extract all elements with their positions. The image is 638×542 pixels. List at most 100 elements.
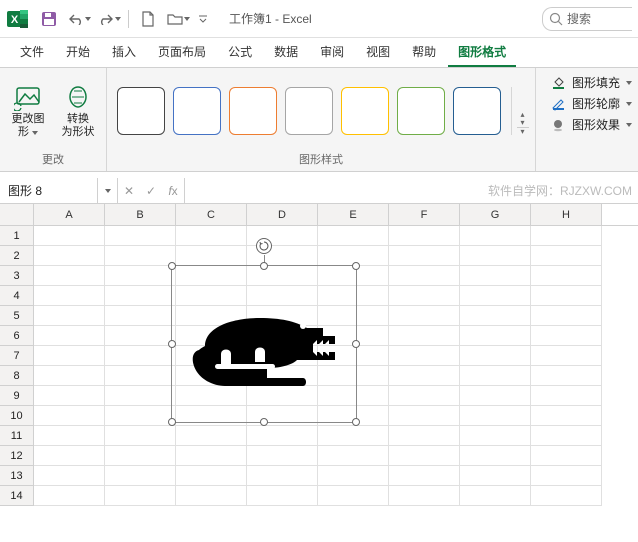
cell-A7[interactable] xyxy=(34,346,105,366)
cell-E1[interactable] xyxy=(318,226,389,246)
cell-F7[interactable] xyxy=(389,346,460,366)
cell-H11[interactable] xyxy=(531,426,602,446)
cell-B6[interactable] xyxy=(105,326,176,346)
resize-handle-bl[interactable] xyxy=(168,418,176,426)
resize-handle-br[interactable] xyxy=(352,418,360,426)
cell-G9[interactable] xyxy=(460,386,531,406)
column-header-G[interactable]: G xyxy=(460,204,531,225)
style-gallery-more[interactable]: ▴▾▾ xyxy=(511,87,529,135)
undo-button[interactable] xyxy=(66,6,92,32)
cell-H8[interactable] xyxy=(531,366,602,386)
resize-handle-tm[interactable] xyxy=(260,262,268,270)
cell-B9[interactable] xyxy=(105,386,176,406)
convert-to-shape-button[interactable]: 转换为形状 xyxy=(56,81,100,139)
cell-H14[interactable] xyxy=(531,486,602,506)
cell-G5[interactable] xyxy=(460,306,531,326)
cell-G8[interactable] xyxy=(460,366,531,386)
cell-F12[interactable] xyxy=(389,446,460,466)
redo-button[interactable] xyxy=(96,6,122,32)
cell-A11[interactable] xyxy=(34,426,105,446)
cell-F10[interactable] xyxy=(389,406,460,426)
cell-A9[interactable] xyxy=(34,386,105,406)
cell-F4[interactable] xyxy=(389,286,460,306)
shape-selection-box[interactable] xyxy=(171,265,357,423)
cell-E11[interactable] xyxy=(318,426,389,446)
cell-A14[interactable] xyxy=(34,486,105,506)
column-header-C[interactable]: C xyxy=(176,204,247,225)
cell-B4[interactable] xyxy=(105,286,176,306)
save-button[interactable] xyxy=(36,6,62,32)
cell-D13[interactable] xyxy=(247,466,318,486)
open-file-button[interactable] xyxy=(165,6,191,32)
cell-B1[interactable] xyxy=(105,226,176,246)
cell-B10[interactable] xyxy=(105,406,176,426)
cell-A10[interactable] xyxy=(34,406,105,426)
cell-F9[interactable] xyxy=(389,386,460,406)
column-header-B[interactable]: B xyxy=(105,204,176,225)
tab-data[interactable]: 数据 xyxy=(264,37,308,67)
cell-D14[interactable] xyxy=(247,486,318,506)
qat-customize-button[interactable] xyxy=(195,6,211,32)
cell-H10[interactable] xyxy=(531,406,602,426)
row-header-7[interactable]: 7 xyxy=(0,346,34,366)
cell-B5[interactable] xyxy=(105,306,176,326)
rotation-handle[interactable] xyxy=(256,238,272,254)
cell-H13[interactable] xyxy=(531,466,602,486)
cell-A8[interactable] xyxy=(34,366,105,386)
cell-C12[interactable] xyxy=(176,446,247,466)
row-header-5[interactable]: 5 xyxy=(0,306,34,326)
cell-G11[interactable] xyxy=(460,426,531,446)
column-header-F[interactable]: F xyxy=(389,204,460,225)
cell-A2[interactable] xyxy=(34,246,105,266)
cell-B11[interactable] xyxy=(105,426,176,446)
cell-F1[interactable] xyxy=(389,226,460,246)
cell-E12[interactable] xyxy=(318,446,389,466)
row-header-1[interactable]: 1 xyxy=(0,226,34,246)
tab-home[interactable]: 开始 xyxy=(56,37,100,67)
style-swatch-7[interactable] xyxy=(453,87,501,135)
formula-bar[interactable]: 软件自学网：RJZXW.COM xyxy=(185,178,638,203)
cell-A5[interactable] xyxy=(34,306,105,326)
row-header-13[interactable]: 13 xyxy=(0,466,34,486)
cell-G3[interactable] xyxy=(460,266,531,286)
cell-A1[interactable] xyxy=(34,226,105,246)
cell-C2[interactable] xyxy=(176,246,247,266)
row-header-4[interactable]: 4 xyxy=(0,286,34,306)
cell-D12[interactable] xyxy=(247,446,318,466)
cell-G6[interactable] xyxy=(460,326,531,346)
cell-F11[interactable] xyxy=(389,426,460,446)
cell-G12[interactable] xyxy=(460,446,531,466)
cell-C1[interactable] xyxy=(176,226,247,246)
new-file-button[interactable] xyxy=(135,6,161,32)
row-header-14[interactable]: 14 xyxy=(0,486,34,506)
tab-graphics-format[interactable]: 图形格式 xyxy=(448,37,516,67)
cell-B8[interactable] xyxy=(105,366,176,386)
column-header-D[interactable]: D xyxy=(247,204,318,225)
cell-C13[interactable] xyxy=(176,466,247,486)
tab-file[interactable]: 文件 xyxy=(10,37,54,67)
cell-G13[interactable] xyxy=(460,466,531,486)
style-swatch-3[interactable] xyxy=(229,87,277,135)
row-header-9[interactable]: 9 xyxy=(0,386,34,406)
cell-C14[interactable] xyxy=(176,486,247,506)
cell-B2[interactable] xyxy=(105,246,176,266)
row-header-12[interactable]: 12 xyxy=(0,446,34,466)
tab-formulas[interactable]: 公式 xyxy=(218,37,262,67)
cell-G7[interactable] xyxy=(460,346,531,366)
insert-function-button[interactable]: fx xyxy=(162,184,184,198)
cell-B14[interactable] xyxy=(105,486,176,506)
cell-G10[interactable] xyxy=(460,406,531,426)
cell-H7[interactable] xyxy=(531,346,602,366)
cell-B7[interactable] xyxy=(105,346,176,366)
style-swatch-5[interactable] xyxy=(341,87,389,135)
cell-A3[interactable] xyxy=(34,266,105,286)
row-header-3[interactable]: 3 xyxy=(0,266,34,286)
cell-G4[interactable] xyxy=(460,286,531,306)
tab-insert[interactable]: 插入 xyxy=(102,37,146,67)
search-box[interactable]: 搜索 xyxy=(542,7,632,31)
row-header-2[interactable]: 2 xyxy=(0,246,34,266)
resize-handle-bm[interactable] xyxy=(260,418,268,426)
cell-H9[interactable] xyxy=(531,386,602,406)
cell-G1[interactable] xyxy=(460,226,531,246)
cell-H12[interactable] xyxy=(531,446,602,466)
